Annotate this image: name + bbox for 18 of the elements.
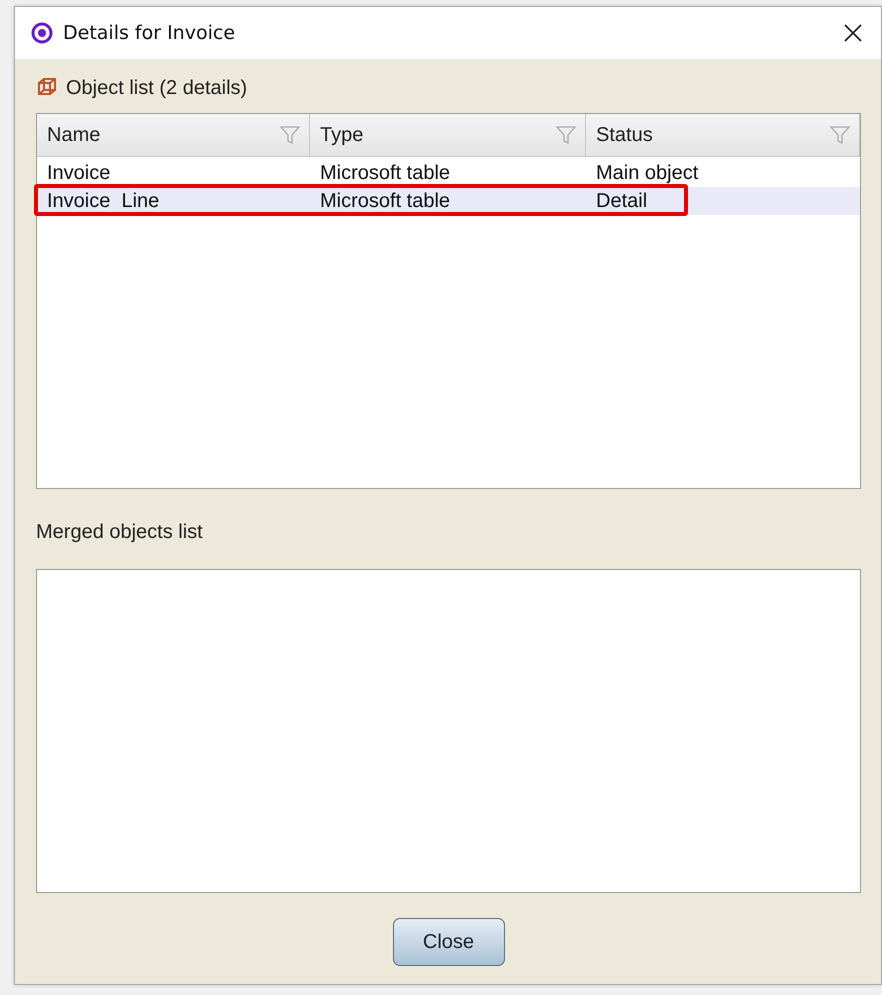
filter-icon[interactable] <box>829 124 851 146</box>
table-cell-text: Detail <box>595 188 648 214</box>
table-cell-text: Microsoft table <box>319 188 452 214</box>
table-cell-text: Main object <box>595 160 700 186</box>
table-cell-text: Invoice Line <box>46 188 160 214</box>
close-button[interactable]: Close <box>392 918 504 966</box>
column-header[interactable]: Type <box>310 114 586 156</box>
section-label: Object list (2 details) <box>66 76 248 100</box>
filter-icon[interactable] <box>555 124 577 146</box>
column-header[interactable]: Name <box>37 114 310 156</box>
filter-icon[interactable] <box>279 124 301 146</box>
table-row[interactable]: Invoice Line Microsoft table Detail <box>37 187 860 215</box>
table-cell-text: Invoice <box>46 160 112 186</box>
column-header[interactable]: Status <box>586 114 860 156</box>
table-cell-text: Microsoft table <box>319 160 452 186</box>
target-icon <box>31 22 53 44</box>
section-label: Merged objects list <box>36 520 203 544</box>
window-title: Details for Invoice <box>63 22 236 44</box>
